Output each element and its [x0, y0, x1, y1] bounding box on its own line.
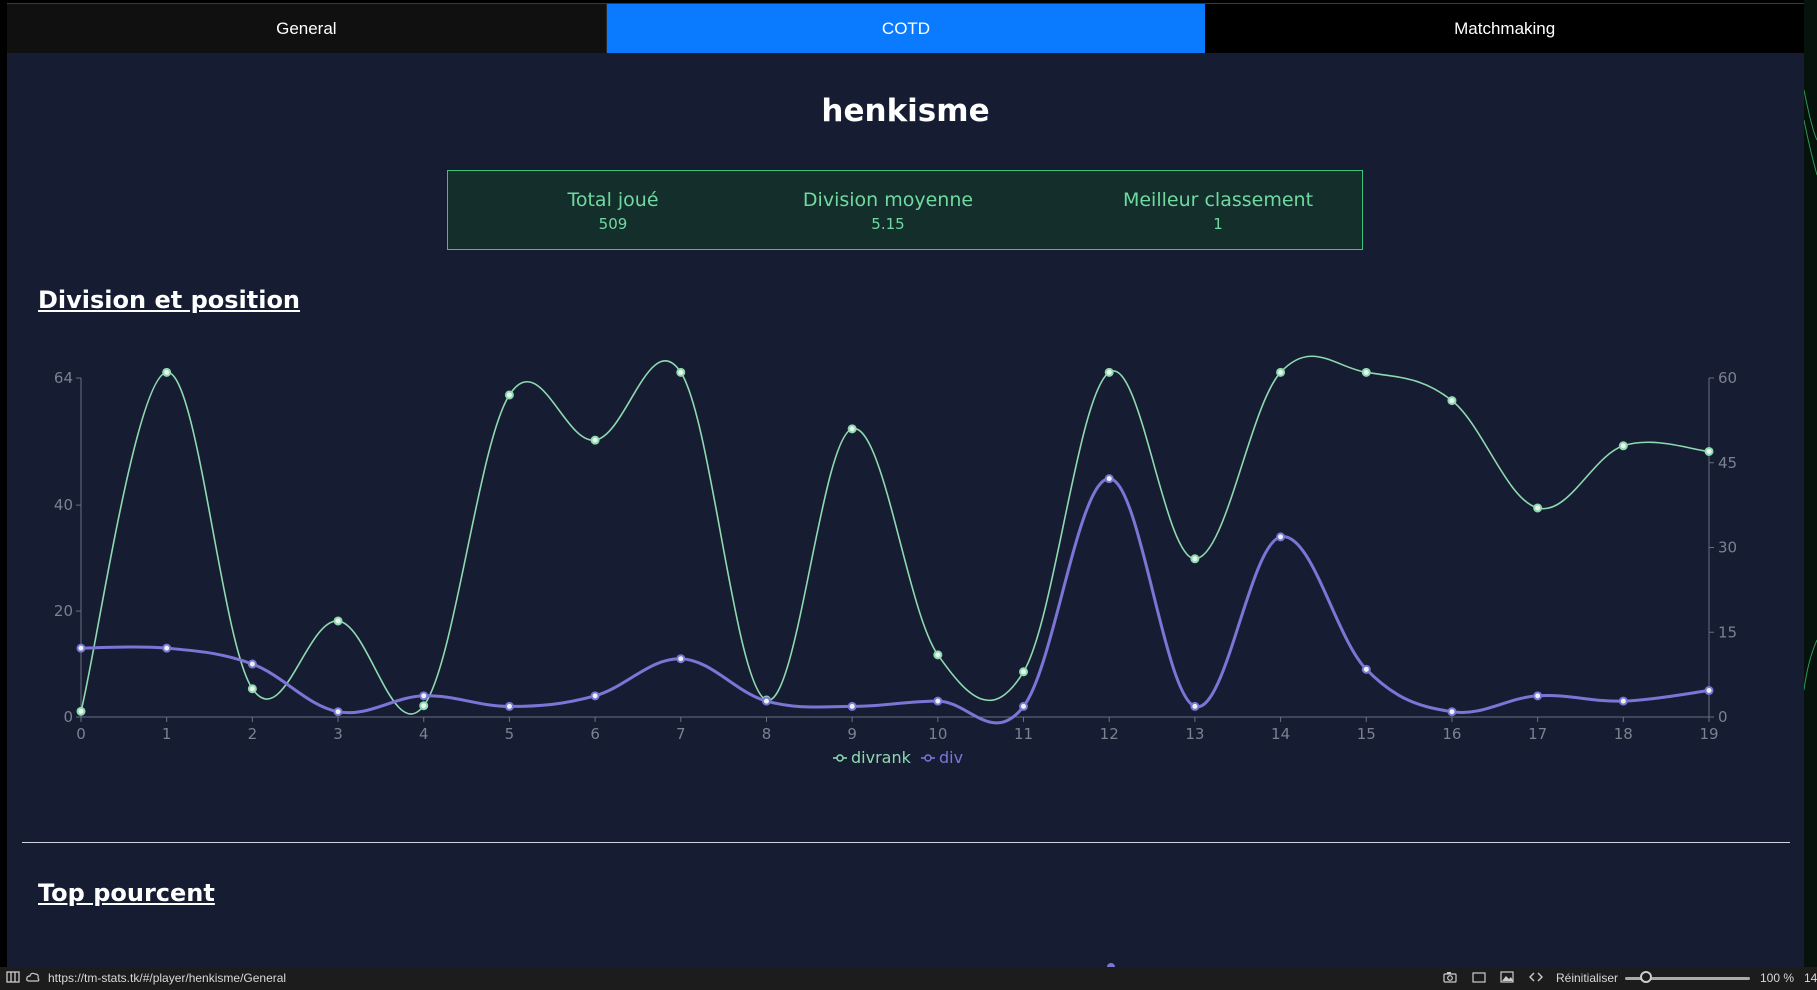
data-point-div	[1104, 474, 1114, 484]
x-tick-label: 19	[1699, 725, 1718, 743]
x-tick-label: 3	[333, 725, 343, 743]
data-point-divrank	[76, 706, 86, 716]
data-point-div	[1704, 686, 1714, 696]
data-point-divrank	[1618, 441, 1628, 451]
zoom-slider-handle[interactable]	[1640, 971, 1652, 983]
data-point-divrank	[933, 650, 943, 660]
data-point-div	[333, 707, 343, 717]
y-left-tick-label: 20	[54, 602, 73, 620]
data-point-div	[247, 659, 257, 669]
x-tick-label: 18	[1614, 725, 1633, 743]
data-point-divrank	[1104, 367, 1114, 377]
status-bar: https://tm-stats.tk/#/player/henkisme/Ge…	[0, 967, 1817, 990]
x-tick-label: 0	[76, 725, 86, 743]
y-left-tick-label: 0	[63, 708, 73, 726]
camera-icon[interactable]	[1443, 971, 1457, 983]
data-point-div	[1618, 696, 1628, 706]
data-point-div	[1533, 691, 1543, 701]
data-point-divrank	[1361, 367, 1371, 377]
data-point-div	[419, 691, 429, 701]
x-tick-label: 11	[1014, 725, 1033, 743]
data-point-div	[1190, 701, 1200, 711]
x-tick-label: 13	[1185, 725, 1204, 743]
cloud-icon[interactable]	[26, 971, 40, 983]
data-point-divrank	[333, 616, 343, 626]
data-point-div	[504, 701, 514, 711]
data-point-divrank	[1276, 367, 1286, 377]
data-point-div	[1361, 664, 1371, 674]
data-point-divrank	[1019, 667, 1029, 677]
zoom-level: 100 %	[1760, 971, 1795, 985]
data-point-div	[1019, 701, 1029, 711]
data-point-divrank	[590, 435, 600, 445]
x-tick-label: 6	[590, 725, 600, 743]
data-point-div	[933, 696, 943, 706]
y-right-tick-label: 30	[1718, 539, 1737, 557]
x-tick-label: 8	[762, 725, 772, 743]
data-point-divrank	[1533, 503, 1543, 513]
data-point-div	[1447, 707, 1457, 717]
data-point-div	[590, 691, 600, 701]
x-tick-label: 4	[419, 725, 429, 743]
code-icon[interactable]	[1529, 971, 1543, 983]
x-tick-label: 1	[162, 725, 172, 743]
data-point-divrank	[419, 701, 429, 711]
y-right-tick-label: 45	[1718, 454, 1737, 472]
data-point-div	[847, 701, 857, 711]
legend-label-divrank: divrank	[851, 748, 912, 767]
data-point-divrank	[504, 390, 514, 400]
window-icon[interactable]	[1472, 971, 1486, 983]
x-tick-label: 7	[676, 725, 686, 743]
data-point-divrank	[847, 424, 857, 434]
data-point-divrank	[1447, 396, 1457, 406]
y-right-tick-label: 60	[1718, 369, 1737, 387]
series-line-div	[80, 477, 1710, 725]
y-right-tick-label: 15	[1718, 623, 1737, 641]
x-tick-label: 17	[1528, 725, 1547, 743]
x-tick-label: 5	[505, 725, 515, 743]
panel-icon[interactable]	[6, 971, 20, 983]
data-point-div	[676, 654, 686, 664]
app-frame: General COTD Matchmaking henkisme Total …	[7, 3, 1804, 967]
x-tick-label: 10	[928, 725, 947, 743]
x-tick-label: 9	[847, 725, 857, 743]
data-point-divrank	[1704, 446, 1714, 456]
y-left-tick-label: 64	[54, 369, 73, 387]
status-url: https://tm-stats.tk/#/player/henkisme/Ge…	[48, 971, 287, 985]
section-title-top-percent: Top pourcent	[38, 879, 215, 907]
legend-label-div: div	[939, 748, 963, 767]
division-chart: 0 1 2 3 4 5 6 7 8 9 10 11 12 13 14 15 16 17 18 190204064015…	[54, 355, 1737, 767]
legend-marker-divrank	[836, 754, 844, 762]
data-point-div	[76, 643, 86, 653]
data-point-divrank	[1190, 554, 1200, 564]
x-tick-label: 14	[1271, 725, 1290, 743]
reset-button[interactable]: Réinitialiser	[1556, 971, 1618, 985]
image-icon[interactable]	[1500, 971, 1514, 983]
data-point-divrank	[247, 684, 257, 694]
data-point-divrank	[162, 367, 172, 377]
series-line-divrank	[80, 355, 1710, 715]
x-tick-label: 15	[1357, 725, 1376, 743]
status-extra: 14	[1804, 971, 1817, 985]
background-strip	[1803, 0, 1817, 967]
data-point-div	[162, 643, 172, 653]
data-point-div	[761, 696, 771, 706]
data-point-div	[1276, 532, 1286, 542]
x-tick-label: 16	[1442, 725, 1461, 743]
x-tick-label: 2	[248, 725, 258, 743]
legend-marker-div	[924, 754, 932, 762]
section-divider	[22, 842, 1790, 843]
y-right-tick-label: 0	[1718, 708, 1728, 726]
y-left-tick-label: 40	[54, 496, 73, 514]
data-point-divrank	[676, 367, 686, 377]
x-tick-label: 12	[1100, 725, 1119, 743]
